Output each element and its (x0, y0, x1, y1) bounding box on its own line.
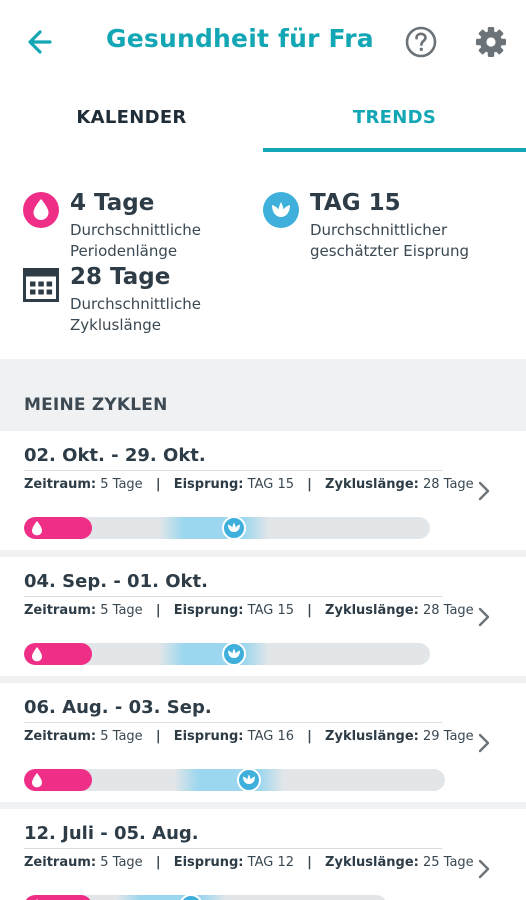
trends-summary: 4 Tage Durchschnittliche Periodenlänge T… (0, 152, 526, 359)
stat-period-value: 4 Tage (70, 190, 155, 216)
eisprung-value: TAG 12 (247, 855, 295, 870)
back-button[interactable] (22, 24, 58, 60)
tab-bar: KALENDER TRENDS (0, 82, 526, 152)
lotus-icon (243, 774, 255, 784)
period-segment (24, 643, 92, 665)
section-title: MEINE ZYKLEN (24, 395, 168, 415)
lotus-icon (228, 522, 240, 532)
eisprung-value: TAG 15 (247, 603, 295, 618)
cycle-date-range: 02. Okt. - 29. Okt. (24, 445, 206, 466)
lotus-icon (181, 896, 201, 900)
fertile-window (159, 643, 269, 665)
eisprung-value: TAG 16 (247, 729, 295, 744)
cycle-row[interactable]: 02. Okt. - 29. Okt. Zeitraum: 5 Tage | E… (0, 431, 526, 550)
stat-ovulation-value: TAG 15 (310, 190, 401, 216)
ovulation-marker (237, 769, 261, 791)
eisprung-label: Eisprung: (173, 855, 244, 870)
zykluslaenge-label: Zykluslänge: (325, 477, 419, 492)
cycle-divider (24, 722, 442, 723)
zykluslaenge-value: 28 Tage (423, 477, 474, 492)
chevron-right-icon (478, 733, 490, 753)
cycle-date-range: 12. Juli - 05. Aug. (24, 823, 199, 844)
zeitraum-value: 5 Tage (100, 477, 143, 492)
settings-button[interactable] (472, 23, 510, 61)
stat-period-label: Durchschnittliche Periodenlänge (70, 221, 201, 260)
cycle-timeline-bar (24, 643, 430, 665)
fertile-window (159, 517, 269, 539)
fertile-window (174, 769, 284, 791)
zeitraum-label: Zeitraum: (24, 729, 97, 744)
lotus-icon (228, 648, 240, 658)
zeitraum-label: Zeitraum: (24, 603, 97, 618)
cycle-meta: Zeitraum: 5 Tage | Eisprung: TAG 12 | Zy… (24, 855, 474, 870)
help-button[interactable] (403, 24, 439, 60)
tab-trends[interactable]: TRENDS (263, 82, 526, 152)
drop-icon (32, 647, 42, 662)
zykluslaenge-value: 29 Tage (423, 729, 474, 744)
calendar-icon (23, 268, 59, 302)
cycle-row[interactable]: 04. Sep. - 01. Okt. Zeitraum: 5 Tage | E… (0, 557, 526, 676)
meta-separator: | (307, 855, 312, 870)
eisprung-label: Eisprung: (173, 603, 244, 618)
cycle-row[interactable]: 06. Aug. - 03. Sep. Zeitraum: 5 Tage | E… (0, 683, 526, 802)
cycle-meta: Zeitraum: 5 Tage | Eisprung: TAG 16 | Zy… (24, 729, 474, 744)
meta-separator: | (307, 729, 312, 744)
drop-icon (32, 521, 42, 536)
tab-kalender[interactable]: KALENDER (0, 82, 263, 152)
stat-cycle-value: 28 Tage (70, 264, 171, 290)
period-segment (24, 769, 92, 791)
meta-separator: | (155, 603, 161, 618)
arrow-left-icon (28, 30, 52, 54)
chevron-right-icon (478, 859, 490, 879)
period-segment (24, 895, 92, 900)
chevron-right-icon (478, 481, 490, 501)
help-circle-icon (405, 26, 437, 58)
drop-icon (23, 192, 59, 228)
zykluslaenge-label: Zykluslänge: (325, 603, 419, 618)
cycle-divider (24, 470, 442, 471)
meta-separator: | (307, 477, 312, 492)
meta-separator: | (155, 729, 161, 744)
zykluslaenge-label: Zykluslänge: (325, 855, 419, 870)
page-title: Gesundheit für Fra... (106, 24, 376, 53)
cycles-section-header: MEINE ZYKLEN (0, 359, 526, 431)
period-segment (24, 517, 92, 539)
cycle-meta: Zeitraum: 5 Tage | Eisprung: TAG 15 | Zy… (24, 477, 474, 492)
cycle-timeline-bar (24, 895, 387, 900)
meta-separator: | (155, 855, 161, 870)
stat-cycle-label: Durchschnittliche Zykluslänge (70, 295, 201, 334)
chevron-right-icon (478, 607, 490, 627)
cycle-meta: Zeitraum: 5 Tage | Eisprung: TAG 15 | Zy… (24, 603, 474, 618)
cycle-date-range: 06. Aug. - 03. Sep. (24, 697, 212, 718)
eisprung-value: TAG 15 (247, 477, 295, 492)
zykluslaenge-value: 28 Tage (423, 603, 474, 618)
cycle-timeline-bar (24, 769, 445, 791)
meta-separator: | (155, 477, 161, 492)
cycle-date-range: 04. Sep. - 01. Okt. (24, 571, 208, 592)
meta-separator: | (307, 603, 312, 618)
top-app-bar: Gesundheit für Fra... (0, 0, 526, 82)
cycle-divider (24, 596, 442, 597)
eisprung-label: Eisprung: (173, 477, 244, 492)
stat-ovulation-label: Durchschnittlicher geschätzter Eisprung (310, 221, 469, 260)
cycle-divider (24, 848, 442, 849)
zeitraum-value: 5 Tage (100, 855, 143, 870)
cycle-row[interactable]: 12. Juli - 05. Aug. Zeitraum: 5 Tage | E… (0, 809, 526, 900)
zeitraum-value: 5 Tage (100, 729, 143, 744)
eisprung-label: Eisprung: (173, 729, 244, 744)
drop-icon (32, 773, 42, 788)
zykluslaenge-value: 25 Tage (423, 855, 474, 870)
lotus-icon (263, 192, 299, 228)
ovulation-marker (222, 643, 246, 665)
gear-icon (476, 27, 506, 57)
zykluslaenge-label: Zykluslänge: (325, 729, 419, 744)
ovulation-marker (222, 517, 246, 539)
ovulation-marker (179, 895, 203, 900)
zeitraum-label: Zeitraum: (24, 855, 97, 870)
zeitraum-value: 5 Tage (100, 603, 143, 618)
cycle-timeline-bar (24, 517, 430, 539)
zeitraum-label: Zeitraum: (24, 477, 97, 492)
fertile-window (116, 895, 226, 900)
